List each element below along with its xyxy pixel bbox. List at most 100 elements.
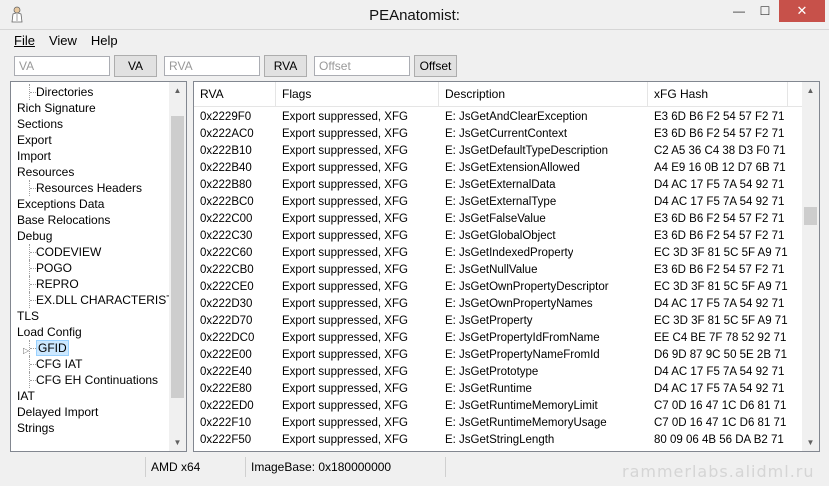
scroll-down-icon[interactable]: ▼ [802, 434, 819, 451]
tree-scrollbar[interactable]: ▲ ▼ [169, 82, 186, 451]
tree-item[interactable]: IAT [11, 388, 171, 404]
minimize-button[interactable]: — [726, 0, 752, 22]
menu-file[interactable]: File [0, 31, 42, 51]
table-row[interactable]: 0x222C30 Export suppressed, XFG E: JsGetGl… [194, 228, 804, 245]
column-header-description[interactable]: Description [439, 82, 648, 107]
cell-description: E: JsGetDefaultTypeDescription [445, 145, 608, 157]
tree-item-label: Resources Headers [36, 181, 143, 195]
tree-item[interactable]: Strings [11, 420, 171, 436]
cell-xfg-hash: D4 AC 17 F5 7A 54 92 71 [654, 196, 785, 208]
cell-description: E: JsGetPropertyNameFromId [445, 349, 600, 361]
toolbar: VA RVA Offset [0, 55, 829, 79]
table-row[interactable]: 0x222C00 Export suppressed, XFG E: JsGetFa… [194, 211, 804, 228]
tree-item[interactable]: Sections [11, 116, 171, 132]
table-body: 0x2229F0 Export suppressed, XFG E: JsGetAn… [194, 109, 804, 449]
table-scroll-thumb[interactable] [804, 206, 817, 225]
data-table[interactable]: RVA Flags Description xFG Hash 0x2229F0 E… [193, 81, 820, 452]
cell-rva: 0x222F50 [200, 434, 252, 446]
cell-description: E: JsGetProperty [445, 315, 533, 327]
tree-item[interactable]: Import [11, 148, 171, 164]
cell-description: E: JsGetOwnPropertyDescriptor [445, 281, 609, 293]
table-row[interactable]: 0x222D70 Export suppressed, XFG E: JsGetPr… [194, 313, 804, 330]
cell-xfg-hash: EE C4 BE 7F 78 52 92 71 [654, 332, 787, 344]
rva-button[interactable]: RVA [264, 55, 307, 77]
va-input[interactable] [14, 56, 110, 76]
table-row[interactable]: 0x2229F0 Export suppressed, XFG E: JsGetAn… [194, 109, 804, 126]
table-row[interactable]: 0x222D30 Export suppressed, XFG E: JsGetOw… [194, 296, 804, 313]
column-header-xfg-hash[interactable]: xFG Hash [648, 82, 788, 107]
close-button[interactable]: ✕ [779, 0, 825, 22]
cell-flags: Export suppressed, XFG [282, 366, 408, 378]
scroll-up-icon[interactable]: ▲ [802, 82, 819, 99]
tree-item[interactable]: TLS [11, 308, 171, 324]
tree-item-label: Strings [17, 421, 55, 435]
tree-item[interactable]: Debug [11, 228, 171, 244]
table-row[interactable]: 0x222CB0 Export suppressed, XFG E: JsGetNu… [194, 262, 804, 279]
tree-item-label: Resources [17, 165, 75, 179]
cell-xfg-hash: D4 AC 17 F5 7A 54 92 71 [654, 366, 785, 378]
cell-flags: Export suppressed, XFG [282, 213, 408, 225]
table-row[interactable]: 0x222B10 Export suppressed, XFG E: JsGetDe… [194, 143, 804, 160]
tree-item[interactable]: Resources Headers [11, 180, 171, 196]
scroll-up-icon[interactable]: ▲ [169, 82, 186, 99]
cell-flags: Export suppressed, XFG [282, 281, 408, 293]
tree-list: Directories Rich Signature Sections Export I… [11, 84, 186, 436]
tree-item[interactable]: Resources [11, 164, 171, 180]
cell-flags: Export suppressed, XFG [282, 162, 408, 174]
tree-view[interactable]: Directories Rich Signature Sections Export I… [10, 81, 187, 452]
tree-item[interactable]: Rich Signature [11, 100, 171, 116]
rva-input[interactable] [164, 56, 260, 76]
table-row[interactable]: 0x222F10 Export suppressed, XFG E: JsGetRu… [194, 415, 804, 432]
tree-item[interactable]: Exceptions Data [11, 196, 171, 212]
va-button[interactable]: VA [114, 55, 157, 77]
table-row[interactable]: 0x222E80 Export suppressed, XFG E: JsGetRu… [194, 381, 804, 398]
cell-xfg-hash: E3 6D B6 F2 54 57 F2 71 [654, 111, 785, 123]
table-row[interactable]: 0x222ED0 Export suppressed, XFG E: JsGetRu… [194, 398, 804, 415]
cell-rva: 0x222BC0 [200, 196, 254, 208]
tree-item[interactable]: CFG IAT [11, 356, 171, 372]
tree-item[interactable]: Delayed Import [11, 404, 171, 420]
offset-button[interactable]: Offset [414, 55, 457, 77]
column-header-flags[interactable]: Flags [276, 82, 439, 107]
tree-item[interactable]: ▷ GFID [11, 340, 171, 356]
table-row[interactable]: 0x222E00 Export suppressed, XFG E: JsGetPr… [194, 347, 804, 364]
table-row[interactable]: 0x222F50 Export suppressed, XFG E: JsGetSt… [194, 432, 804, 449]
cell-xfg-hash: D6 9D 87 9C 50 5E 2B 71 [654, 349, 787, 361]
tree-scroll-thumb[interactable] [171, 115, 184, 398]
column-header-rva[interactable]: RVA [194, 82, 276, 107]
tree-item-label: Sections [17, 117, 64, 131]
tree-item[interactable]: Directories [11, 84, 171, 100]
table-row[interactable]: 0x222C60 Export suppressed, XFG E: JsGetIn… [194, 245, 804, 262]
scroll-down-icon[interactable]: ▼ [169, 434, 186, 451]
tree-item-label: Export [17, 133, 52, 147]
table-row[interactable]: 0x222CE0 Export suppressed, XFG E: JsGetOw… [194, 279, 804, 296]
table-scrollbar[interactable]: ▲ ▼ [802, 82, 819, 451]
table-row[interactable]: 0x222BC0 Export suppressed, XFG E: JsGetEx… [194, 194, 804, 211]
cell-flags: Export suppressed, XFG [282, 145, 408, 157]
cell-description: E: JsGetStringLength [445, 434, 555, 446]
offset-input[interactable] [314, 56, 410, 76]
table-row[interactable]: 0x222DC0 Export suppressed, XFG E: JsGetPr… [194, 330, 804, 347]
tree-item[interactable]: EX.DLL CHARACTERISTICS [11, 292, 186, 308]
tree-item[interactable]: CFG EH Continuations [11, 372, 171, 388]
tree-item[interactable]: Load Config [11, 324, 171, 340]
menu-help[interactable]: Help [84, 31, 125, 51]
cell-rva: 0x222B40 [200, 162, 252, 174]
table-row[interactable]: 0x222B80 Export suppressed, XFG E: JsGetEx… [194, 177, 804, 194]
table-row[interactable]: 0x222B40 Export suppressed, XFG E: JsGetEx… [194, 160, 804, 177]
cell-xfg-hash: E3 6D B6 F2 54 57 F2 71 [654, 264, 785, 276]
cell-description: E: JsGetFalseValue [445, 213, 546, 225]
menu-view[interactable]: View [42, 31, 84, 51]
tree-item-label: Base Relocations [17, 213, 111, 227]
tree-item[interactable]: CODEVIEW [11, 244, 171, 260]
maximize-button[interactable]: ☐ [752, 0, 778, 22]
table-row[interactable]: 0x222E40 Export suppressed, XFG E: JsGetPr… [194, 364, 804, 381]
table-row[interactable]: 0x222AC0 Export suppressed, XFG E: JsGetCu… [194, 126, 804, 143]
tree-item[interactable]: POGO [11, 260, 171, 276]
tree-item[interactable]: REPRO [11, 276, 171, 292]
tree-item[interactable]: Base Relocations [11, 212, 171, 228]
cell-rva: 0x222C30 [200, 230, 253, 242]
tree-item[interactable]: Export [11, 132, 171, 148]
cell-description: E: JsGetNullValue [445, 264, 538, 276]
cell-flags: Export suppressed, XFG [282, 264, 408, 276]
